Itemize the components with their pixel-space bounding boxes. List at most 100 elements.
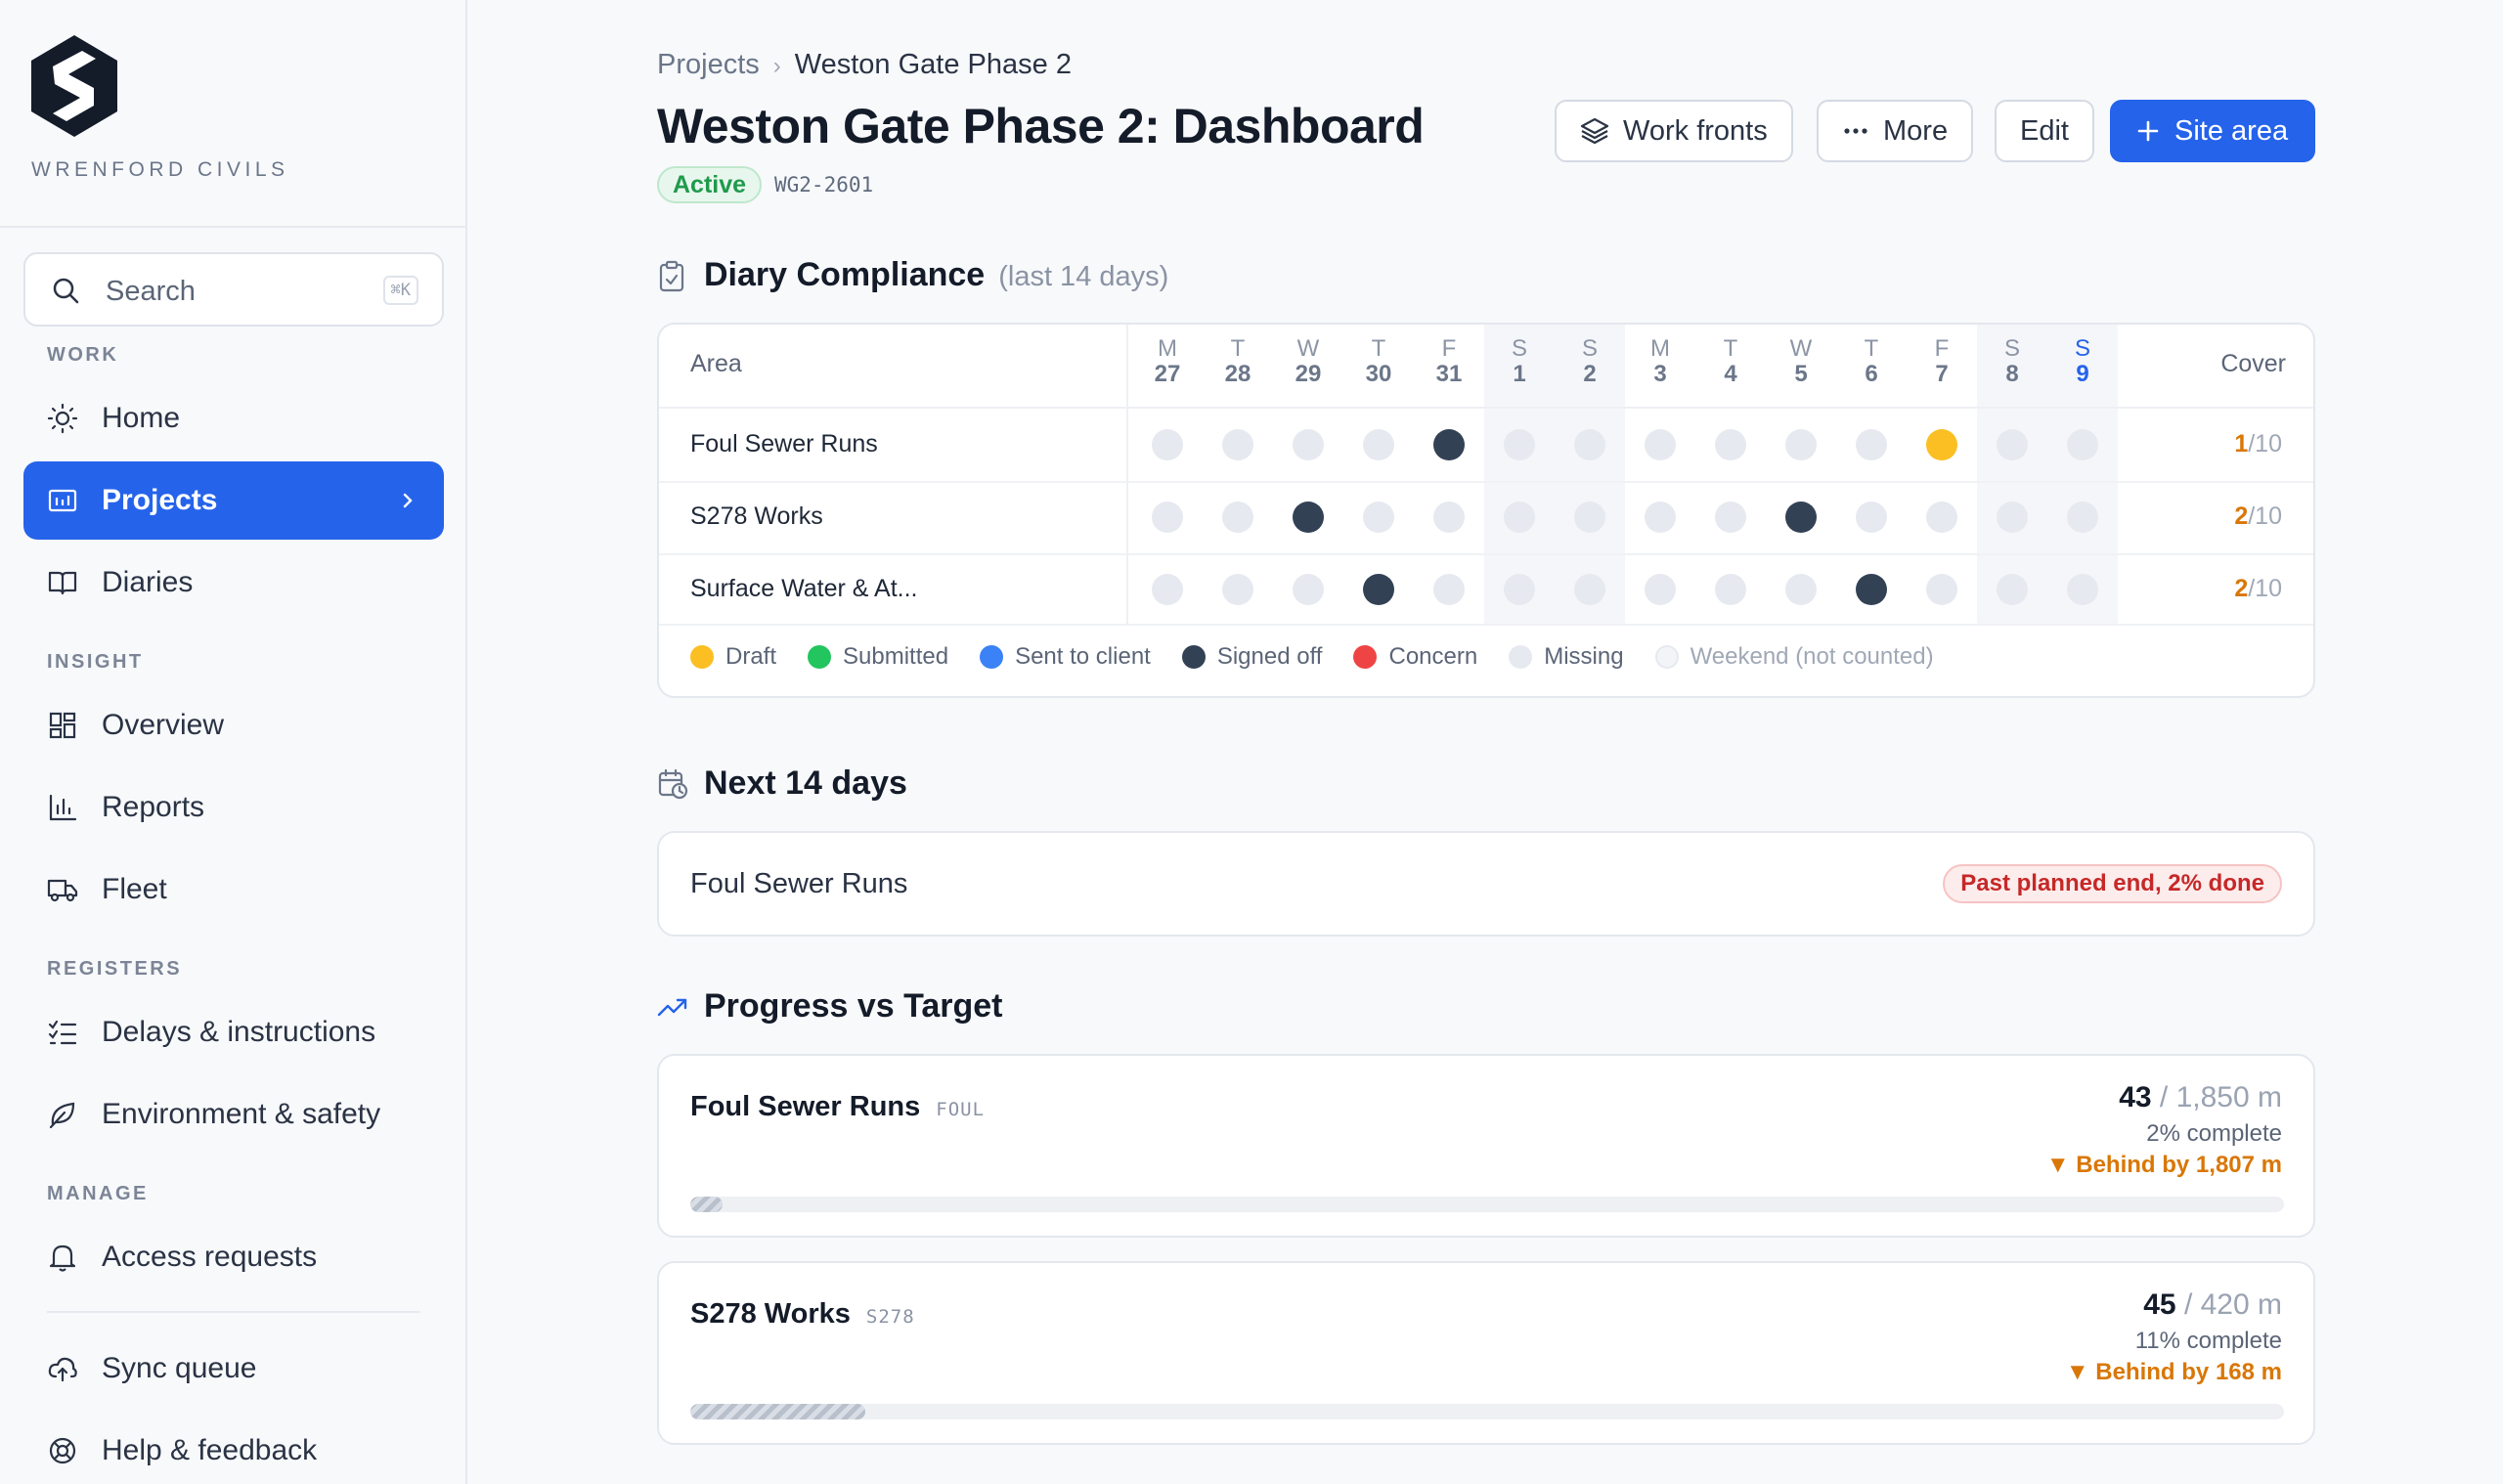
diary-missing-dot[interactable] — [1433, 502, 1465, 533]
diary-weekend-dot — [1997, 502, 2028, 533]
site-area-label: Site area — [2174, 114, 2289, 147]
progress-bar — [690, 1404, 2284, 1419]
diary-missing-dot[interactable] — [1222, 574, 1253, 605]
sidebar-item-reports[interactable]: Reports — [23, 768, 444, 847]
area-name[interactable]: Foul Sewer Runs — [690, 430, 878, 458]
diary-missing-dot[interactable] — [1293, 574, 1324, 605]
diary-missing-dot[interactable] — [1293, 429, 1324, 460]
divider — [1126, 325, 1128, 624]
area-name[interactable]: S278 Works — [690, 502, 823, 531]
divider — [659, 553, 2313, 555]
legend-swatch — [1509, 645, 1533, 669]
diary-missing-dot[interactable] — [1926, 502, 1957, 533]
sidebar-item-label: Reports — [102, 791, 205, 823]
diary-missing-dot[interactable] — [1715, 429, 1746, 460]
layers-icon — [1580, 117, 1609, 145]
work-front-name[interactable]: Foul Sewer Runs — [690, 868, 907, 900]
diary-signed-off-dot[interactable] — [1363, 574, 1394, 605]
sidebar-item-label: Sync queue — [102, 1352, 257, 1384]
progress-value: 43 / 1,850 m — [2119, 1081, 2282, 1114]
progress-card[interactable]: Foul Sewer Runs FOUL 43 / 1,850 m 2% comp… — [657, 1054, 2315, 1238]
sidebar-item-fleet[interactable]: Fleet — [23, 851, 444, 929]
cover-value: 1/10 — [2234, 430, 2282, 458]
cover-value: 2/10 — [2234, 502, 2282, 530]
diary-missing-dot[interactable] — [1856, 429, 1887, 460]
section-work: WORK — [47, 344, 119, 366]
diary-missing-dot[interactable] — [1222, 502, 1253, 533]
diary-missing-dot[interactable] — [1785, 574, 1817, 605]
progress-name: Foul Sewer Runs FOUL — [690, 1091, 985, 1123]
diary-signed-off-dot[interactable] — [1856, 574, 1887, 605]
sidebar-item-home[interactable]: Home — [23, 379, 444, 458]
grid-icon — [49, 712, 76, 739]
brand[interactable]: WRENFORD CIVILS — [29, 33, 323, 190]
progress-title: Progress vs Target — [704, 987, 1003, 1025]
diary-missing-dot[interactable] — [1645, 574, 1676, 605]
sidebar-item-delays[interactable]: Delays & instructions — [23, 993, 444, 1071]
diary-missing-dot[interactable] — [1222, 429, 1253, 460]
diary-missing-dot[interactable] — [1715, 574, 1746, 605]
diary-draft-dot[interactable] — [1926, 429, 1957, 460]
legend-label: Draft — [725, 643, 777, 670]
chevron-right-icon: › — [772, 53, 781, 79]
edit-label: Edit — [2020, 114, 2069, 147]
sidebar-item-sync-queue[interactable]: Sync queue — [23, 1330, 444, 1408]
progress-bar — [690, 1197, 2284, 1212]
breadcrumb-projects-link[interactable]: Projects — [657, 49, 760, 80]
work-fronts-button[interactable]: Work fronts — [1555, 100, 1793, 162]
legend-swatch — [980, 645, 1004, 669]
diary-missing-dot[interactable] — [1645, 429, 1676, 460]
progress-done: 43 — [2119, 1081, 2152, 1113]
day-header: F 31 — [1435, 335, 1463, 387]
diary-signed-off-dot[interactable] — [1433, 429, 1465, 460]
diary-missing-dot[interactable] — [1856, 502, 1887, 533]
diary-missing-dot[interactable] — [1926, 574, 1957, 605]
area-name[interactable]: Surface Water & At... — [690, 575, 918, 603]
day-header: S8 — [2003, 335, 2020, 387]
diary-missing-dot[interactable] — [1363, 429, 1394, 460]
sidebar-item-help[interactable]: Help & feedback — [23, 1412, 444, 1484]
legend-item: Concern — [1353, 643, 1477, 671]
diary-missing-dot[interactable] — [1785, 429, 1817, 460]
section-registers: REGISTERS — [47, 958, 183, 980]
sidebar-item-label: Access requests — [102, 1241, 318, 1273]
diary-missing-dot[interactable] — [1363, 502, 1394, 533]
search-shortcut: ⌘K — [382, 276, 418, 305]
diary-missing-dot[interactable] — [1645, 502, 1676, 533]
add-site-area-button[interactable]: Site area — [2110, 100, 2315, 162]
legend-label: Weekend (not counted) — [1690, 643, 1934, 670]
sidebar-item-access-requests[interactable]: Access requests — [23, 1218, 444, 1296]
day-header: F7 — [1934, 335, 1950, 387]
bar-chart-icon — [49, 794, 77, 821]
day-header: T4 — [1723, 335, 1738, 387]
sidebar-item-diaries[interactable]: Diaries — [23, 544, 444, 622]
diary-weekend-dot — [1997, 574, 2028, 605]
day-header: S9 — [2074, 335, 2090, 387]
progress-card[interactable]: S278 Works S278 45 / 420 m 11% complete ▼… — [657, 1261, 2315, 1445]
diary-weekend-dot — [2067, 574, 2098, 605]
diary-missing-dot[interactable] — [1152, 429, 1183, 460]
edit-button[interactable]: Edit — [1995, 100, 2094, 162]
diary-weekend-dot — [1574, 574, 1605, 605]
legend-item: Missing — [1509, 643, 1624, 671]
diary-missing-dot[interactable] — [1433, 574, 1465, 605]
progress-bar-fill — [690, 1197, 723, 1212]
diary-weekend-dot — [1504, 429, 1535, 460]
diary-missing-dot[interactable] — [1152, 574, 1183, 605]
progress-target: / 420 m — [2183, 1288, 2282, 1321]
table-header: Area M 27 T 28 W 29 T 30 F 31 S 1 S 2 M 3 T 4 W 5 T 6 F 7 S 8 S 9 C… — [659, 325, 2313, 409]
diary-signed-off-dot[interactable] — [1293, 502, 1324, 533]
search-input[interactable]: Search ⌘K — [23, 252, 444, 327]
sidebar-item-projects[interactable]: Projects — [23, 461, 444, 540]
next-14-days-title: Next 14 days — [704, 764, 907, 802]
day-header: T6 — [1864, 335, 1879, 387]
diary-missing-dot[interactable] — [1152, 502, 1183, 533]
progress-done: 45 — [2143, 1288, 2176, 1321]
sidebar-item-overview[interactable]: Overview — [23, 686, 444, 764]
more-button[interactable]: More — [1817, 100, 1974, 162]
diary-missing-dot[interactable] — [1715, 502, 1746, 533]
more-dots-icon — [1844, 128, 1867, 134]
diary-signed-off-dot[interactable] — [1785, 502, 1817, 533]
sidebar-item-environment[interactable]: Environment & safety — [23, 1075, 444, 1154]
diary-compliance-title: Diary Compliance (last 14 days) — [704, 256, 1168, 294]
